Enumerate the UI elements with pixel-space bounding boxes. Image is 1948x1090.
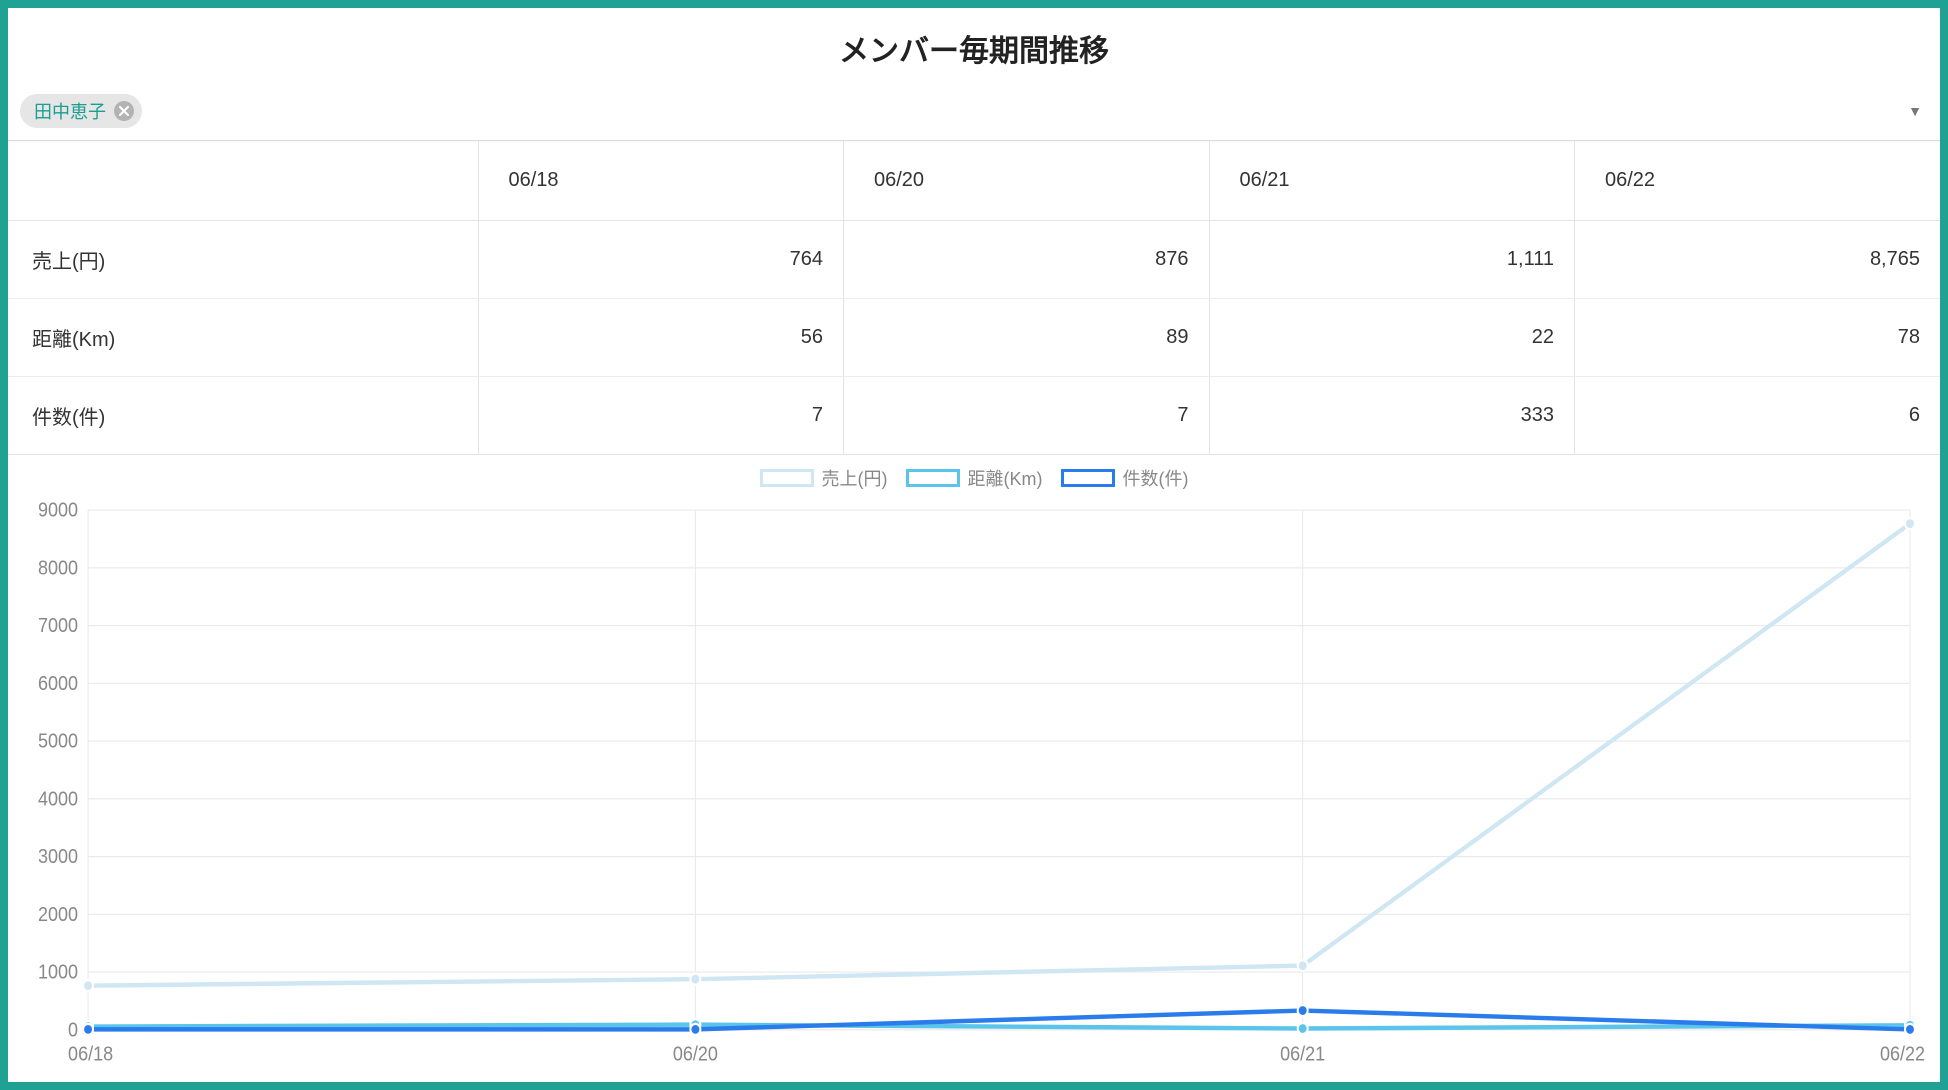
table-cell: 333 (1209, 377, 1575, 455)
svg-text:4000: 4000 (38, 789, 78, 811)
table-cell: 89 (844, 299, 1210, 377)
page-title: メンバー毎期間推移 (8, 8, 1940, 94)
member-filter-bar[interactable]: 田中恵子 ▼ (8, 94, 1940, 140)
svg-text:06/22: 06/22 (1880, 1044, 1925, 1066)
legend-item-distance[interactable]: 距離(Km) (906, 465, 1043, 491)
svg-text:9000: 9000 (38, 500, 78, 522)
line-chart[interactable]: 0 1000 2000 3000 4000 5000 6000 7000 8000 9000 06/… (18, 499, 1930, 1074)
svg-text:06/20: 06/20 (673, 1044, 718, 1066)
legend-item-count[interactable]: 件数(件) (1061, 465, 1189, 491)
legend-item-sales[interactable]: 売上(円) (760, 465, 888, 491)
table-cell: 56 (478, 299, 844, 377)
chart-legend: 売上(円) 距離(Km) 件数(件) (18, 461, 1930, 499)
table-date-header: 06/21 (1209, 141, 1575, 221)
table-corner-cell (8, 141, 478, 221)
svg-text:5000: 5000 (38, 731, 78, 753)
row-label: 売上(円) (8, 221, 478, 299)
svg-text:2000: 2000 (38, 904, 78, 926)
svg-text:3000: 3000 (38, 846, 78, 868)
svg-text:8000: 8000 (38, 558, 78, 580)
main-panel: メンバー毎期間推移 田中恵子 ▼ 06/18 06/20 06/21 06/22… (8, 8, 1940, 1082)
row-label: 距離(Km) (8, 299, 478, 377)
legend-swatch (1061, 469, 1115, 487)
legend-label: 件数(件) (1123, 465, 1189, 491)
svg-text:0: 0 (68, 1020, 78, 1042)
table-cell: 1,111 (1209, 221, 1575, 299)
close-icon[interactable] (114, 101, 134, 121)
table-cell: 6 (1575, 377, 1941, 455)
row-label: 件数(件) (8, 377, 478, 455)
svg-text:06/18: 06/18 (68, 1044, 113, 1066)
table-cell: 7 (478, 377, 844, 455)
table-date-header: 06/22 (1575, 141, 1941, 221)
table-cell: 764 (478, 221, 844, 299)
legend-label: 売上(円) (822, 465, 888, 491)
svg-text:7000: 7000 (38, 615, 78, 637)
data-table: 06/18 06/20 06/21 06/22 売上(円) 764 876 1,… (8, 141, 1940, 455)
legend-label: 距離(Km) (968, 465, 1043, 491)
chart-area: 売上(円) 距離(Km) 件数(件) 0 1000 2000 3000 4000 5000… (8, 455, 1940, 1082)
svg-text:6000: 6000 (38, 673, 78, 695)
table-cell: 876 (844, 221, 1210, 299)
chevron-down-icon[interactable]: ▼ (1908, 103, 1922, 119)
legend-swatch (760, 469, 814, 487)
member-chip-label: 田中恵子 (34, 98, 106, 124)
table-row-sales: 売上(円) 764 876 1,111 8,765 (8, 221, 1940, 299)
table-date-header: 06/18 (478, 141, 844, 221)
table-header-row: 06/18 06/20 06/21 06/22 (8, 141, 1940, 221)
svg-text:1000: 1000 (38, 962, 78, 984)
table-row-distance: 距離(Km) 56 89 22 78 (8, 299, 1940, 377)
table-cell: 78 (1575, 299, 1941, 377)
table-cell: 7 (844, 377, 1210, 455)
member-chip[interactable]: 田中恵子 (20, 94, 142, 128)
svg-text:06/21: 06/21 (1280, 1044, 1325, 1066)
table-date-header: 06/20 (844, 141, 1210, 221)
table-cell: 22 (1209, 299, 1575, 377)
table-cell: 8,765 (1575, 221, 1941, 299)
legend-swatch (906, 469, 960, 487)
table-row-count: 件数(件) 7 7 333 6 (8, 377, 1940, 455)
